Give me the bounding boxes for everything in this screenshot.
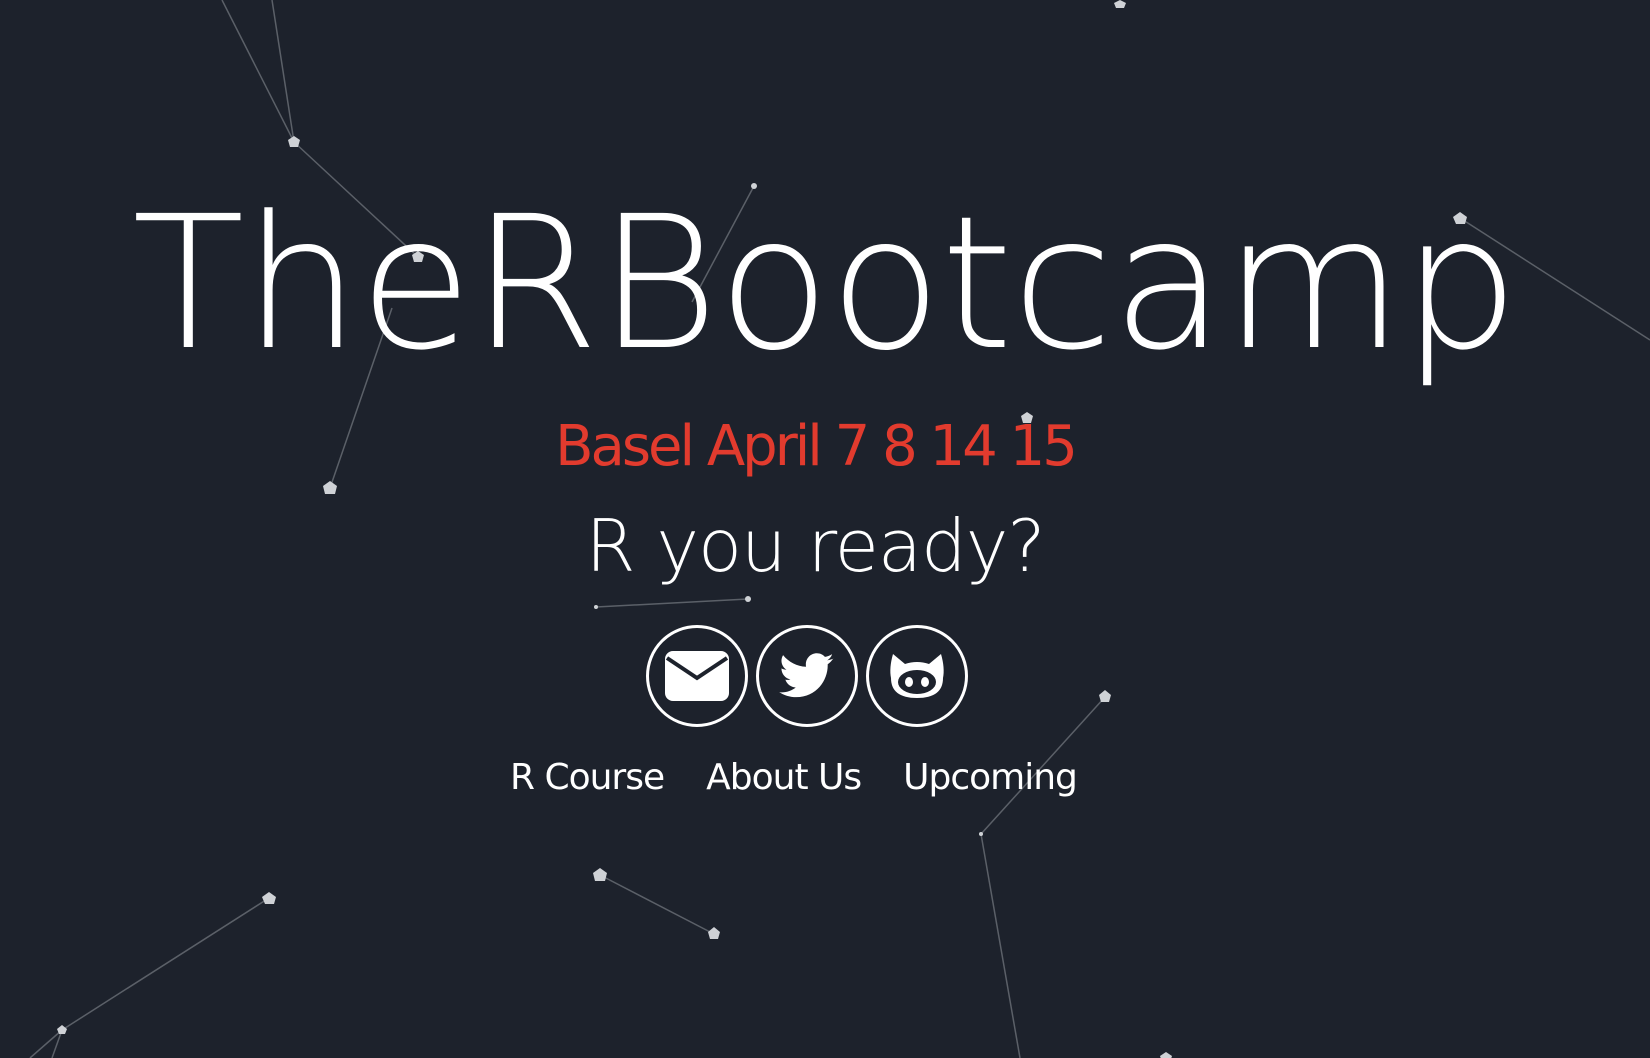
envelope-icon <box>665 651 729 701</box>
github-button[interactable] <box>866 625 968 727</box>
page-title: TheRBootcamp <box>132 177 1519 391</box>
event-dates: Basel April 7 8 14 15 <box>555 414 1078 479</box>
twitter-icon <box>779 653 834 698</box>
hero: TheRBootcamp Basel April 7 8 14 15 R you… <box>0 0 1650 1058</box>
github-icon <box>890 654 944 698</box>
social-links <box>646 625 968 727</box>
email-button[interactable] <box>646 625 748 727</box>
nav-item-about-us[interactable]: About Us <box>706 760 862 796</box>
nav-item-upcoming[interactable]: Upcoming <box>903 760 1078 796</box>
main-nav: R Course About Us Upcoming <box>510 760 1078 796</box>
tagline: R you ready? <box>585 504 1045 588</box>
twitter-button[interactable] <box>756 625 858 727</box>
nav-item-r-course[interactable]: R Course <box>510 760 665 796</box>
